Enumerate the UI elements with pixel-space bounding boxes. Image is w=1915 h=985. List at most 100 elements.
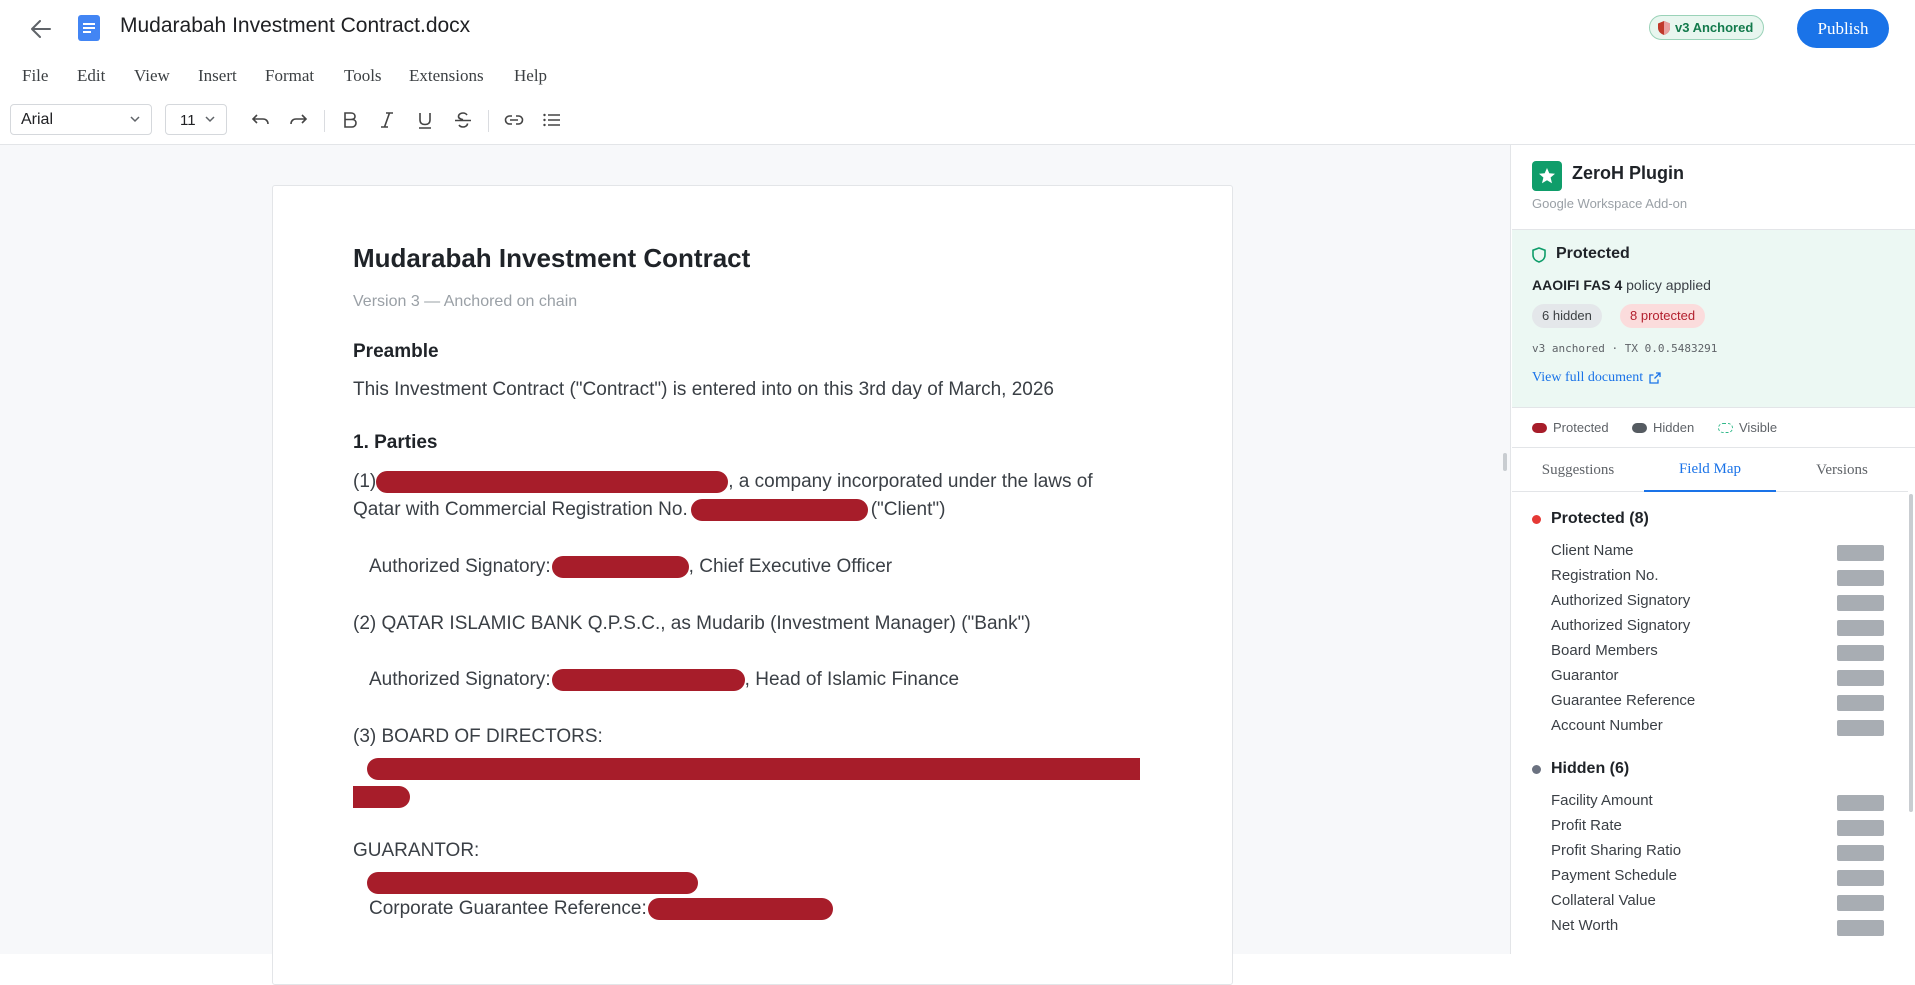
redo-icon[interactable] bbox=[286, 108, 310, 132]
document-canvas[interactable]: Mudarabah Investment Contract Version 3 … bbox=[0, 144, 1510, 985]
docs-file-icon[interactable] bbox=[78, 15, 100, 41]
shield-icon bbox=[1658, 20, 1670, 35]
menu-view[interactable]: View bbox=[134, 66, 170, 86]
field-value-mask bbox=[1837, 620, 1884, 636]
bulleted-list-icon[interactable] bbox=[540, 108, 564, 132]
contract-version-subtitle: Version 3 — Anchored on chain bbox=[353, 293, 578, 310]
legend-visible-label: Visible bbox=[1739, 420, 1778, 435]
publish-button[interactable]: Publish bbox=[1797, 9, 1889, 48]
field-value-mask bbox=[1837, 870, 1884, 886]
plugin-name: ZeroH Plugin bbox=[1572, 163, 1684, 183]
legend-hidden: Hidden bbox=[1632, 420, 1694, 435]
plugin-star-icon bbox=[1532, 161, 1562, 191]
protected-count-chip: 8 protected bbox=[1620, 304, 1706, 328]
field-map-row[interactable]: Payment Schedule bbox=[1512, 865, 1908, 890]
field-map-row[interactable]: Guarantor bbox=[1512, 665, 1908, 690]
protection-status-title: Protected bbox=[1556, 245, 1630, 262]
field-map-row[interactable]: Authorized Signatory bbox=[1512, 590, 1908, 615]
document-page[interactable]: Mudarabah Investment Contract Version 3 … bbox=[272, 185, 1233, 985]
field-value-mask bbox=[1837, 545, 1884, 561]
redaction-board-members[interactable] bbox=[367, 758, 1140, 780]
tab-suggestions[interactable]: Suggestions bbox=[1512, 448, 1644, 492]
field-map-row[interactable]: Board Members bbox=[1512, 640, 1908, 665]
field-map-row-label: Profit Rate bbox=[1551, 817, 1622, 834]
menu-format[interactable]: Format bbox=[265, 66, 314, 86]
parties-heading: 1. Parties bbox=[353, 432, 438, 453]
field-map-row[interactable]: Profit Rate bbox=[1512, 815, 1908, 840]
menu-extensions[interactable]: Extensions bbox=[409, 66, 484, 86]
field-map-list: Protected (8) Client Name Registration No… bbox=[1512, 492, 1908, 954]
menu-insert[interactable]: Insert bbox=[198, 66, 237, 86]
anchored-badge[interactable]: v3 Anchored bbox=[1649, 15, 1765, 40]
guarantee-reference-line: Corporate Guarantee Reference: bbox=[369, 895, 833, 923]
party1-registration-prefix: Qatar with Commercial Registration No. bbox=[353, 499, 688, 520]
field-map-row-label: Facility Amount bbox=[1551, 792, 1653, 809]
top-bar: Mudarabah Investment Contract.docx v3 An… bbox=[0, 0, 1915, 56]
view-full-document-link[interactable]: View full document bbox=[1532, 370, 1661, 386]
underline-icon[interactable] bbox=[413, 108, 437, 132]
redaction-guarantee-reference[interactable] bbox=[647, 897, 833, 920]
formatting-toolbar: Arial 11 bbox=[0, 104, 1915, 138]
redaction-authorized-signatory-1[interactable] bbox=[551, 555, 689, 578]
plugin-header: ZeroH Plugin Google Workspace Add-on bbox=[1512, 144, 1915, 230]
field-map-row-label: Profit Sharing Ratio bbox=[1551, 842, 1682, 859]
party2-signatory-prefix: Authorized Signatory: bbox=[369, 669, 551, 690]
protected-swatch bbox=[1532, 422, 1547, 433]
hidden-swatch bbox=[1632, 422, 1647, 433]
strikethrough-icon[interactable] bbox=[451, 108, 475, 132]
legend-visible: Visible bbox=[1718, 420, 1777, 435]
menu-tools[interactable]: Tools bbox=[344, 66, 382, 86]
field-map-row[interactable]: Registration No. bbox=[1512, 565, 1908, 590]
party1-line1: (1) , a company incorporated under the la… bbox=[353, 468, 1093, 496]
canvas-scrollbar[interactable] bbox=[1503, 453, 1507, 471]
plugin-tabs: Suggestions Field Map Versions bbox=[1512, 448, 1908, 492]
redaction-board-members-cont[interactable] bbox=[353, 786, 410, 808]
font-family-select[interactable]: Arial bbox=[10, 104, 152, 135]
field-map-row[interactable]: Authorized Signatory bbox=[1512, 615, 1908, 640]
protected-group-label: Protected (8) bbox=[1551, 510, 1649, 527]
panel-scrollbar-thumb[interactable] bbox=[1909, 494, 1913, 812]
tab-field-map[interactable]: Field Map bbox=[1644, 448, 1776, 492]
menu-help[interactable]: Help bbox=[514, 66, 547, 86]
field-map-row[interactable]: Collateral Value bbox=[1512, 890, 1908, 915]
redaction-guarantor[interactable] bbox=[367, 872, 698, 894]
toolbar-divider bbox=[488, 110, 489, 132]
field-map-row[interactable]: Profit Sharing Ratio bbox=[1512, 840, 1908, 865]
party1-line2: Qatar with Commercial Registration No. ("… bbox=[353, 496, 945, 524]
back-arrow-icon[interactable] bbox=[26, 14, 56, 44]
redaction-authorized-signatory-2[interactable] bbox=[551, 668, 745, 691]
document-title[interactable]: Mudarabah Investment Contract.docx bbox=[120, 14, 470, 38]
link-icon[interactable] bbox=[502, 108, 526, 132]
field-value-mask bbox=[1837, 695, 1884, 711]
field-map-row[interactable]: Facility Amount bbox=[1512, 790, 1908, 815]
menu-edit[interactable]: Edit bbox=[77, 66, 105, 86]
party2-signatory-suffix: , Head of Islamic Finance bbox=[744, 669, 960, 690]
field-value-mask bbox=[1837, 820, 1884, 836]
panel-scrollbar-track[interactable] bbox=[1908, 492, 1915, 954]
shield-check-icon bbox=[1532, 247, 1546, 263]
tab-versions[interactable]: Versions bbox=[1776, 448, 1908, 492]
italic-icon[interactable] bbox=[375, 108, 399, 132]
field-map-row[interactable]: Account Number bbox=[1512, 715, 1908, 740]
field-value-mask bbox=[1837, 720, 1884, 736]
chevron-down-icon bbox=[205, 116, 215, 123]
redaction-registration-no[interactable] bbox=[690, 498, 868, 521]
protected-group-dot bbox=[1532, 514, 1541, 524]
redaction-client-name[interactable] bbox=[376, 470, 729, 493]
party1-client-tag: ("Client") bbox=[870, 499, 946, 520]
preamble-heading: Preamble bbox=[353, 341, 439, 362]
field-map-row[interactable]: Guarantee Reference bbox=[1512, 690, 1908, 715]
field-value-mask bbox=[1837, 895, 1884, 911]
font-size-select[interactable]: 11 bbox=[165, 104, 227, 135]
visible-swatch bbox=[1718, 422, 1733, 433]
field-map-row[interactable]: Net Worth bbox=[1512, 915, 1908, 940]
field-value-mask bbox=[1837, 595, 1884, 611]
bold-icon[interactable] bbox=[338, 108, 362, 132]
field-map-row-label: Guarantee Reference bbox=[1551, 692, 1696, 709]
undo-icon[interactable] bbox=[249, 108, 273, 132]
field-map-row[interactable]: Client Name bbox=[1512, 540, 1908, 565]
zeroh-plugin-content: ZeroH Plugin Google Workspace Add-on Pro… bbox=[1512, 144, 1915, 954]
policy-line: AAOIFI FAS 4 policy applied bbox=[1532, 277, 1711, 293]
menu-file[interactable]: File bbox=[22, 66, 48, 86]
field-value-mask bbox=[1837, 570, 1884, 586]
